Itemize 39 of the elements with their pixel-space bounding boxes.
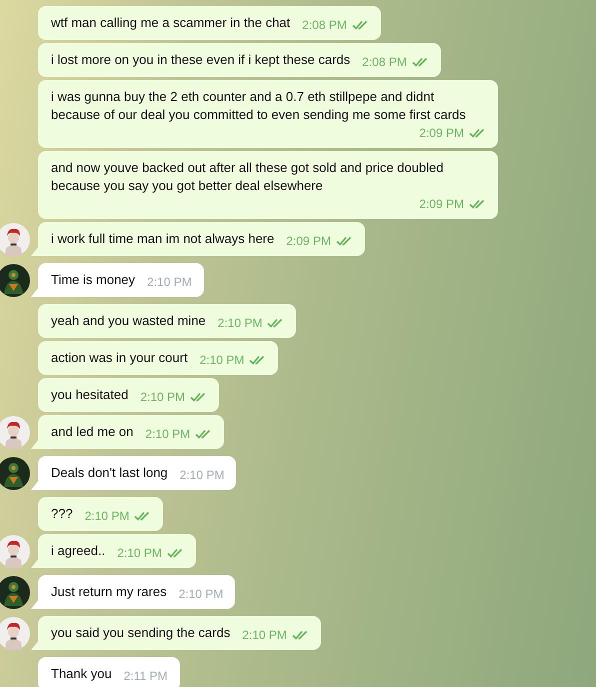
message-text: and led me on xyxy=(51,423,134,441)
avatar[interactable] xyxy=(0,617,30,650)
avatar[interactable] xyxy=(0,457,30,490)
message-time: 2:10 PM xyxy=(200,352,244,369)
message-time: 2:10 PM xyxy=(117,545,162,562)
message-text: wtf man calling me a scammer in the chat xyxy=(51,14,290,32)
message-time: 2:10 PM xyxy=(84,508,130,525)
message-text: yeah and you wasted mine xyxy=(51,312,206,330)
message-text: you hesitated xyxy=(51,386,128,404)
message-time: 2:09 PM xyxy=(419,196,464,213)
message-time: 2:10 PM xyxy=(242,627,287,644)
message-text: Just return my rares xyxy=(51,583,167,601)
message-text: Time is money xyxy=(51,271,136,289)
message-time: 2:09 PM xyxy=(419,125,464,142)
message-time: 2:10 PM xyxy=(140,389,186,406)
avatar[interactable] xyxy=(0,223,30,256)
avatar[interactable] xyxy=(0,416,30,449)
message-time: 2:10 PM xyxy=(218,315,262,332)
message-text: ??? xyxy=(51,505,73,523)
message-text: i was gunna buy the 2 eth counter and a 0.7 eth stillpepe and didnt because of our deal you committed to even sending me some first cards xyxy=(51,88,467,124)
message-time: 2:10 PM xyxy=(145,426,190,443)
message-text: action was in your court xyxy=(51,349,188,367)
message-time: 2:10 PM xyxy=(180,467,224,484)
message-text: Deals don't last long xyxy=(51,464,168,482)
message-text: i work full time man im not always here xyxy=(51,230,274,248)
message-time: 2:08 PM xyxy=(362,54,407,71)
avatar[interactable] xyxy=(0,576,30,609)
avatar[interactable] xyxy=(0,264,30,297)
message-text: Thank you xyxy=(51,665,112,683)
message-time: 2:11 PM xyxy=(124,668,168,685)
message-text: i lost more on you in these even if i kept these cards xyxy=(51,51,350,69)
message-time: 2:09 PM xyxy=(286,233,331,250)
avatar[interactable] xyxy=(0,535,30,568)
message-time: 2:10 PM xyxy=(147,274,192,291)
message-time: 2:08 PM xyxy=(302,17,347,34)
message-text: you said you sending the cards xyxy=(51,624,230,642)
message-text: i agreed.. xyxy=(51,542,106,560)
message-time: 2:10 PM xyxy=(178,586,224,603)
message-text: and now youve backed out after all these got sold and price doubled because you say you got better deal elsewhere xyxy=(51,159,444,195)
